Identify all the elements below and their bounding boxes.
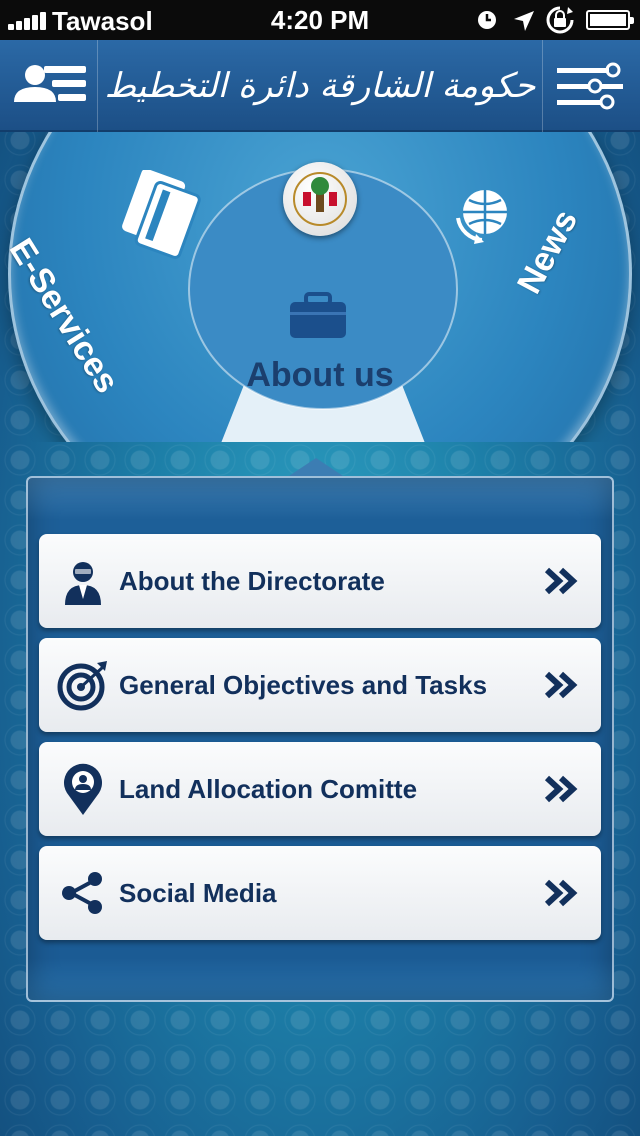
user-list-icon — [14, 65, 86, 102]
share-icon — [62, 872, 102, 914]
header-title: حكومة الشارقة دائرة التخطيط والمساحة — [104, 66, 536, 198]
double-chevron-right-icon — [545, 775, 578, 803]
menu-item-label: Land Allocation Comitte — [119, 774, 418, 804]
menu-item-land-allocation[interactable]: Land Allocation Comitte — [39, 742, 601, 836]
government-logo — [283, 162, 357, 236]
briefcase-icon — [290, 292, 346, 338]
segment-about-us[interactable]: About us — [0, 356, 640, 395]
menu-item-about-directorate[interactable]: About the Directorate — [39, 534, 601, 628]
person-icon — [65, 562, 101, 605]
double-chevron-right-icon — [545, 879, 578, 907]
settings-button[interactable] — [542, 40, 640, 132]
menu-item-objectives[interactable]: General Objectives and Tasks — [39, 638, 601, 732]
menu-item-label: About the Directorate — [119, 566, 385, 596]
settings-sliders-icon — [557, 62, 623, 110]
app-header: حكومة الشارقة دائرة التخطيط والمساحة — [0, 40, 640, 198]
rotation-lock-icon — [546, 6, 574, 34]
panel-pointer — [286, 458, 346, 478]
battery-icon — [586, 10, 634, 30]
cards-icon — [122, 170, 201, 259]
target-icon — [57, 661, 107, 711]
status-bar: Tawasol 4:20 PM — [0, 0, 640, 40]
menu-item-label: General Objectives and Tasks — [119, 670, 488, 700]
menu-item-label: Social Media — [119, 878, 277, 908]
profile-menu-button[interactable] — [0, 40, 98, 132]
menu-item-social-media[interactable]: Social Media — [39, 846, 601, 940]
globe-refresh-icon — [456, 190, 507, 244]
double-chevron-right-icon — [545, 671, 578, 699]
location-pin-icon — [64, 763, 102, 815]
location-arrow-icon — [514, 11, 534, 31]
double-chevron-right-icon — [545, 567, 578, 595]
alarm-icon — [478, 11, 496, 29]
